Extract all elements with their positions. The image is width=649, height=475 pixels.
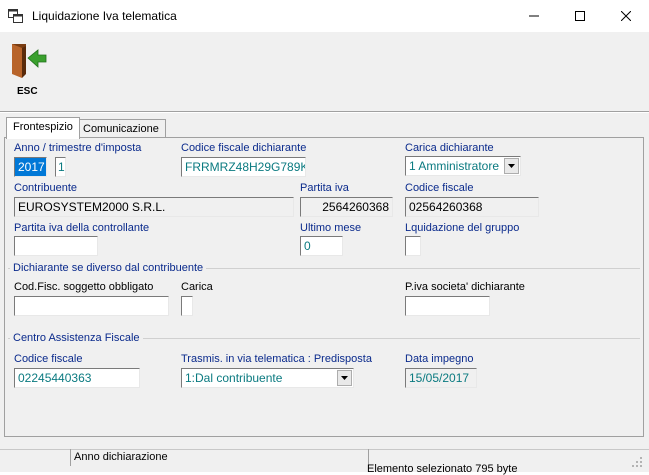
- ultimo-mese-field[interactable]: 0: [300, 236, 343, 256]
- piva-societa-field[interactable]: [405, 296, 490, 316]
- resize-grip-icon[interactable]: [630, 455, 644, 472]
- contribuente-field: EUROSYSTEM2000 S.R.L.: [14, 197, 294, 217]
- data-impegno-label: Data impegno: [405, 353, 474, 365]
- toolbar: [0, 32, 649, 112]
- carica-label: Carica: [181, 281, 213, 293]
- maximize-icon: [575, 11, 585, 21]
- liquidazione-gruppo-label: Lquidazione del gruppo: [405, 222, 520, 234]
- trasmis-value: 1:Dal contribuente: [185, 371, 283, 385]
- carica-dichiarante-value: 1 Amministratore: [409, 159, 500, 173]
- cf-dichiarante-field[interactable]: FRRMRZ48H29G789K: [181, 157, 306, 177]
- trimestre-field[interactable]: 1: [55, 157, 66, 177]
- cf-soggetto-label: Cod.Fisc. soggetto obbligato: [14, 281, 154, 293]
- carica-dichiarante-label: Carica dichiarante: [405, 142, 494, 154]
- minimize-button[interactable]: [511, 0, 557, 32]
- maximize-button[interactable]: [557, 0, 603, 32]
- background-window-text: Elemento selezionato 795 byte: [367, 463, 518, 475]
- codice-fiscale-field: 02564260368: [405, 197, 539, 217]
- piva-controllante-label: Partita iva della controllante: [14, 222, 150, 234]
- tab-label: Comunicazione: [83, 123, 159, 135]
- anno-label: Anno / trimestre d'imposta: [14, 142, 142, 154]
- chevron-down-icon: [508, 164, 515, 168]
- caf-group-title: Centro Assistenza Fiscale: [10, 332, 143, 344]
- partita-iva-field: 2564260368: [300, 197, 393, 217]
- dropdown-button[interactable]: [337, 370, 352, 386]
- cf-soggetto-field[interactable]: [14, 296, 169, 316]
- cf-dichiarante-label: Codice fiscale dichiarante: [181, 142, 307, 154]
- codice-fiscale-label: Codice fiscale: [405, 182, 474, 194]
- app-window-icon: [8, 9, 24, 23]
- esc-label: ESC: [17, 86, 38, 97]
- exit-door-icon: [12, 44, 47, 78]
- status-text: Anno dichiarazione: [74, 451, 168, 463]
- caf-codice-fiscale-label: Codice fiscale: [14, 353, 83, 365]
- minimize-icon: [529, 15, 539, 17]
- piva-societa-label: P.iva societa' dichiarante: [405, 281, 525, 293]
- tab-frontespizio[interactable]: Frontespizio: [6, 117, 80, 139]
- trasmis-select[interactable]: 1:Dal contribuente: [181, 368, 354, 388]
- data-impegno-field[interactable]: 15/05/2017: [405, 368, 477, 388]
- close-icon: [621, 11, 631, 21]
- chevron-down-icon: [341, 376, 348, 380]
- carica-dichiarante-select[interactable]: 1 Amministratore: [405, 156, 521, 176]
- dichiarante-group-title: Dichiarante se diverso dal contribuente: [10, 262, 207, 274]
- liquidazione-gruppo-field[interactable]: [405, 236, 421, 256]
- tab-label: Frontespizio: [13, 121, 73, 133]
- ultimo-mese-label: Ultimo mese: [300, 222, 362, 234]
- anno-field[interactable]: 2017: [14, 157, 47, 177]
- partita-iva-label: Partita iva: [300, 182, 349, 194]
- caf-codice-fiscale-field[interactable]: 02245440363: [14, 368, 140, 388]
- dropdown-button[interactable]: [504, 158, 519, 174]
- status-divider: [70, 449, 71, 466]
- tab-comunicazione[interactable]: Comunicazione: [76, 119, 166, 139]
- contribuente-label: Contribuente: [14, 182, 77, 194]
- carica-field[interactable]: [181, 296, 193, 316]
- piva-controllante-field[interactable]: [14, 236, 98, 256]
- window-title: Liquidazione Iva telematica: [32, 9, 177, 23]
- trasmis-label: Trasmis. in via telematica : Predisposta: [181, 353, 372, 365]
- close-button[interactable]: [603, 0, 649, 32]
